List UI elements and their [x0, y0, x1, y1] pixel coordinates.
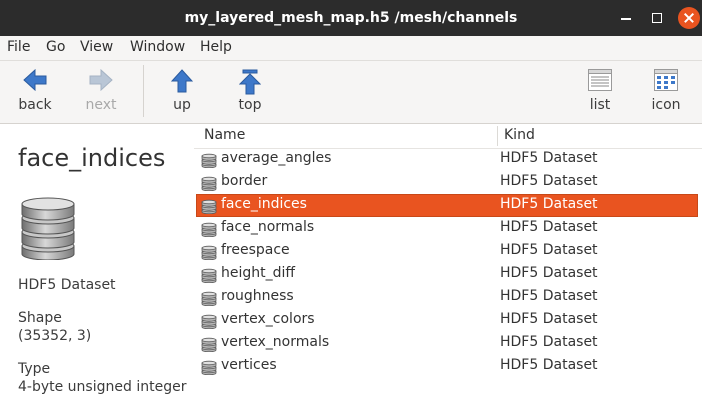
- list-label: list: [589, 97, 611, 113]
- database-icon: [201, 245, 217, 260]
- item-kind: HDF5 Dataset: [500, 196, 598, 212]
- up-button[interactable]: up: [157, 61, 207, 121]
- database-icon: [201, 268, 217, 283]
- type-value: 4-byte unsigned integer: [18, 379, 187, 395]
- item-kind: HDF5 Dataset: [500, 173, 598, 189]
- list-item[interactable]: face_normals HDF5 Dataset: [194, 217, 702, 240]
- database-icon: [201, 360, 217, 375]
- icon-view-button[interactable]: icon: [641, 61, 691, 121]
- list-item[interactable]: freespace HDF5 Dataset: [194, 240, 702, 263]
- selected-item-name: face_indices: [18, 144, 166, 172]
- menu-view[interactable]: View: [80, 39, 113, 55]
- arrow-left-icon: [23, 69, 47, 91]
- item-kind: HDF5 Dataset: [500, 357, 598, 373]
- back-button[interactable]: back: [10, 61, 60, 121]
- database-icon: [201, 153, 217, 168]
- menu-help[interactable]: Help: [200, 39, 232, 55]
- item-kind: HDF5 Dataset: [500, 242, 598, 258]
- icon-view-icon: [654, 69, 678, 91]
- window-title: my_layered_mesh_map.h5 /mesh/channels: [184, 10, 518, 26]
- arrow-top-icon: [239, 69, 261, 95]
- database-icon: [201, 291, 217, 306]
- database-icon: [201, 176, 217, 191]
- next-button[interactable]: next: [76, 61, 126, 121]
- item-name: face_normals: [221, 219, 315, 235]
- up-label: up: [173, 97, 191, 113]
- shape-value: (35352, 3): [18, 328, 92, 344]
- shape-label: Shape: [18, 310, 62, 326]
- close-icon[interactable]: [678, 7, 700, 29]
- item-kind: HDF5 Dataset: [500, 288, 598, 304]
- icon-label: icon: [651, 97, 681, 113]
- database-icon: [201, 199, 217, 214]
- item-name: freespace: [221, 242, 290, 258]
- file-list: Name Kind average_angles HDF5 Dataset bord…: [194, 124, 702, 408]
- column-divider[interactable]: [497, 126, 498, 146]
- list-item[interactable]: vertices HDF5 Dataset: [194, 355, 702, 378]
- info-panel: face_indices HDF5 Dataset Shape (35352, …: [0, 124, 194, 408]
- list-item[interactable]: roughness HDF5 Dataset: [194, 286, 702, 309]
- list-item[interactable]: height_diff HDF5 Dataset: [194, 263, 702, 286]
- menu-window[interactable]: Window: [130, 39, 185, 55]
- item-name: vertex_normals: [221, 334, 330, 350]
- item-name: average_angles: [221, 150, 332, 166]
- menu-bar: File Go View Window Help: [0, 36, 702, 61]
- item-name: height_diff: [221, 265, 296, 281]
- list-item[interactable]: average_angles HDF5 Dataset: [194, 148, 702, 171]
- database-icon: [201, 337, 217, 352]
- list-item[interactable]: vertex_normals HDF5 Dataset: [194, 332, 702, 355]
- toolbar-separator: [143, 65, 144, 117]
- list-view-icon: [588, 69, 612, 91]
- column-header-name[interactable]: Name: [204, 127, 245, 143]
- minimize-icon[interactable]: [617, 9, 635, 27]
- item-name: vertex_colors: [221, 311, 315, 327]
- item-name: roughness: [221, 288, 294, 304]
- top-label: top: [238, 97, 262, 113]
- menu-file[interactable]: File: [7, 39, 30, 55]
- selected-item-kind: HDF5 Dataset: [18, 277, 116, 293]
- item-kind: HDF5 Dataset: [500, 150, 598, 166]
- database-icon: [201, 314, 217, 329]
- item-kind: HDF5 Dataset: [500, 265, 598, 281]
- type-label: Type: [18, 361, 51, 377]
- item-kind: HDF5 Dataset: [500, 219, 598, 235]
- database-large-icon: [21, 197, 75, 260]
- item-kind: HDF5 Dataset: [500, 334, 598, 350]
- list-header: Name Kind: [194, 124, 702, 149]
- arrow-right-icon: [89, 69, 113, 91]
- top-button[interactable]: top: [225, 61, 275, 121]
- arrow-up-icon: [171, 69, 193, 93]
- column-header-kind[interactable]: Kind: [504, 127, 535, 143]
- list-item[interactable]: border HDF5 Dataset: [194, 171, 702, 194]
- maximize-icon[interactable]: [648, 9, 666, 27]
- list-item[interactable]: vertex_colors HDF5 Dataset: [194, 309, 702, 332]
- list-view-button[interactable]: list: [575, 61, 625, 121]
- item-name: vertices: [221, 357, 277, 373]
- next-label: next: [85, 97, 117, 113]
- list-item[interactable]: face_indices HDF5 Dataset: [194, 194, 702, 217]
- window-titlebar: my_layered_mesh_map.h5 /mesh/channels: [0, 0, 702, 36]
- item-name: border: [221, 173, 268, 189]
- toolbar: back next up top list icon: [0, 61, 702, 124]
- database-icon: [201, 222, 217, 237]
- back-label: back: [18, 97, 52, 113]
- menu-go[interactable]: Go: [46, 39, 65, 55]
- item-kind: HDF5 Dataset: [500, 311, 598, 327]
- item-name: face_indices: [221, 196, 307, 212]
